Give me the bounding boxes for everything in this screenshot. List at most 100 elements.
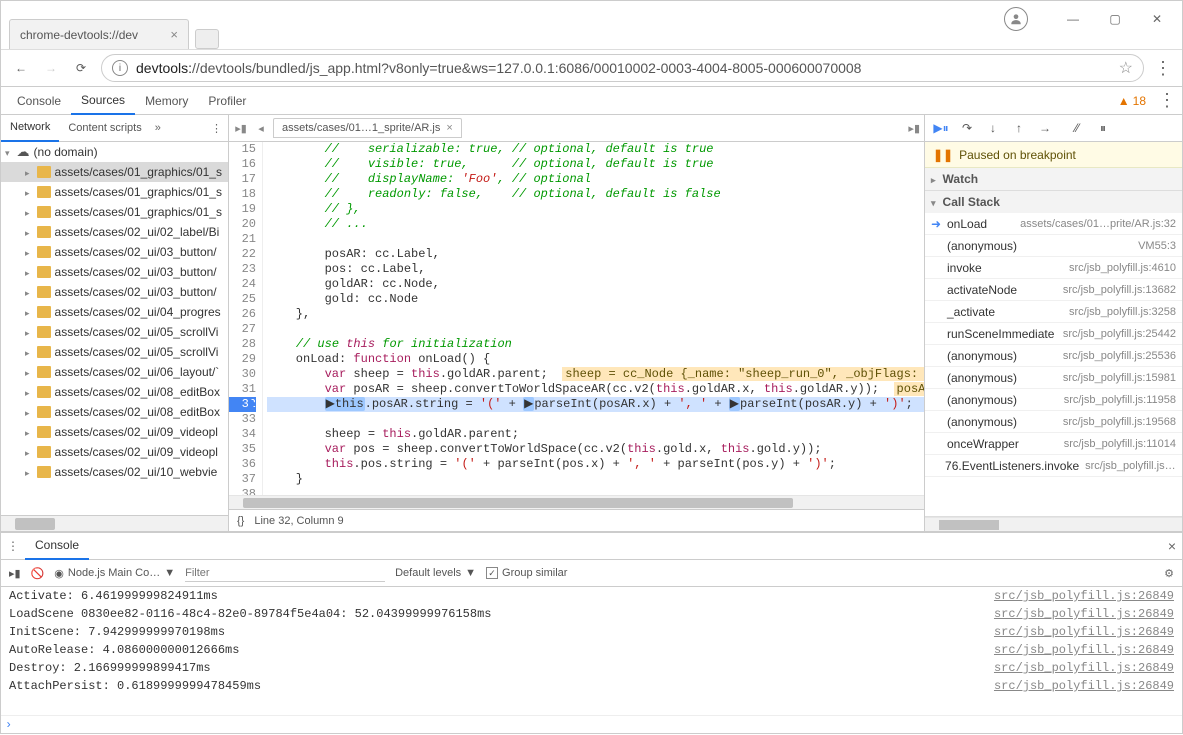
tree-folder[interactable]: assets/cases/02_ui/02_label/Bi bbox=[1, 222, 228, 242]
close-icon[interactable]: × bbox=[170, 27, 178, 42]
sidebar-more-icon[interactable]: » bbox=[155, 122, 161, 134]
forward-button[interactable]: → bbox=[41, 58, 61, 78]
stack-frame[interactable]: (anonymous)src/jsb_polyfill.js:11958 bbox=[925, 389, 1182, 411]
stack-frame[interactable]: (anonymous)src/jsb_polyfill.js:25536 bbox=[925, 345, 1182, 367]
disclosure-triangle-icon[interactable] bbox=[25, 445, 33, 459]
site-info-icon[interactable]: i bbox=[112, 60, 128, 76]
sidebar-tab-content-scripts[interactable]: Content scripts bbox=[59, 115, 150, 142]
tree-folder[interactable]: assets/cases/02_ui/08_editBox bbox=[1, 382, 228, 402]
toggle-sidebar-icon[interactable]: ▸▮ bbox=[9, 567, 21, 580]
devtools-menu-icon[interactable]: ⋮ bbox=[1158, 90, 1176, 111]
tab-sources[interactable]: Sources bbox=[71, 87, 135, 115]
disclosure-triangle-icon[interactable] bbox=[25, 345, 33, 359]
log-levels-selector[interactable]: Default levels ▼ bbox=[395, 567, 476, 579]
sidebar-menu-icon[interactable]: ⋮ bbox=[211, 122, 222, 135]
console-filter-input[interactable] bbox=[185, 565, 385, 582]
tab-memory[interactable]: Memory bbox=[135, 87, 198, 115]
disclosure-triangle-icon[interactable] bbox=[25, 465, 33, 479]
stack-frame[interactable]: runSceneImmediatesrc/jsb_polyfill.js:254… bbox=[925, 323, 1182, 345]
disclosure-triangle-icon[interactable] bbox=[25, 285, 33, 299]
close-window-button[interactable]: ✕ bbox=[1150, 12, 1164, 26]
close-drawer-icon[interactable]: × bbox=[1168, 538, 1176, 554]
tree-folder[interactable]: assets/cases/02_ui/03_button/ bbox=[1, 242, 228, 262]
pause-on-exceptions-icon[interactable]: ⏸ bbox=[1095, 120, 1111, 136]
code-area[interactable]: // serializable: true, // optional, defa… bbox=[263, 142, 924, 495]
message-source-link[interactable]: src/jsb_polyfill.js:26849 bbox=[994, 607, 1174, 621]
stack-frame[interactable]: (anonymous)src/jsb_polyfill.js:15981 bbox=[925, 367, 1182, 389]
warning-badge[interactable]: ▲ 18 bbox=[1118, 94, 1146, 108]
disclosure-triangle-icon[interactable] bbox=[25, 405, 33, 419]
tab-profiler[interactable]: Profiler bbox=[198, 87, 256, 115]
stack-frame[interactable]: 76.EventListeners.invokesrc/jsb_polyfill… bbox=[925, 455, 1182, 477]
minimize-button[interactable]: — bbox=[1066, 12, 1080, 26]
tab-console[interactable]: Console bbox=[7, 87, 71, 115]
debugger-hscroll[interactable] bbox=[925, 517, 1182, 531]
disclosure-triangle-icon[interactable] bbox=[25, 165, 33, 179]
step-icon[interactable]: → bbox=[1037, 120, 1053, 136]
tree-folder[interactable]: assets/cases/02_ui/08_editBox bbox=[1, 402, 228, 422]
disclosure-triangle-icon[interactable] bbox=[25, 305, 33, 319]
tree-domain[interactable]: ☁ (no domain) bbox=[1, 142, 228, 162]
step-out-icon[interactable]: ↑ bbox=[1011, 120, 1027, 136]
tree-folder[interactable]: assets/cases/01_graphics/01_s bbox=[1, 182, 228, 202]
new-tab-button[interactable] bbox=[195, 29, 219, 49]
message-source-link[interactable]: src/jsb_polyfill.js:26849 bbox=[994, 679, 1174, 693]
context-selector[interactable]: ◉ Node.js Main Co… ▼ bbox=[54, 567, 175, 580]
toggle-navigator-icon[interactable]: ▸▮ bbox=[233, 122, 249, 135]
console-settings-icon[interactable]: ⚙ bbox=[1164, 567, 1174, 580]
sidebar-tab-network[interactable]: Network bbox=[1, 115, 59, 142]
tree-folder[interactable]: assets/cases/01_graphics/01_s bbox=[1, 162, 228, 182]
tree-folder[interactable]: assets/cases/02_ui/09_videopl bbox=[1, 422, 228, 442]
disclosure-triangle-icon[interactable] bbox=[25, 385, 33, 399]
disclosure-triangle-icon[interactable] bbox=[5, 145, 13, 159]
stack-frame[interactable]: onceWrappersrc/jsb_polyfill.js:11014 bbox=[925, 433, 1182, 455]
step-over-icon[interactable]: ↷ bbox=[959, 120, 975, 136]
disclosure-triangle-icon[interactable] bbox=[25, 245, 33, 259]
disclosure-triangle-icon[interactable] bbox=[25, 425, 33, 439]
tree-folder[interactable]: assets/cases/02_ui/05_scrollVi bbox=[1, 322, 228, 342]
callstack-section[interactable]: Call Stack bbox=[925, 191, 1182, 213]
disclosure-triangle-icon[interactable] bbox=[25, 365, 33, 379]
tree-folder[interactable]: assets/cases/02_ui/09_videopl bbox=[1, 442, 228, 462]
stack-frame[interactable]: (anonymous)src/jsb_polyfill.js:19568 bbox=[925, 411, 1182, 433]
tree-folder[interactable]: assets/cases/02_ui/03_button/ bbox=[1, 282, 228, 302]
disclosure-triangle-icon[interactable] bbox=[25, 225, 33, 239]
prev-icon[interactable]: ◂ bbox=[253, 122, 269, 135]
drawer-menu-icon[interactable]: ⋮ bbox=[7, 539, 19, 553]
braces-icon[interactable]: {} bbox=[237, 515, 244, 527]
tree-folder[interactable]: assets/cases/02_ui/05_scrollVi bbox=[1, 342, 228, 362]
bookmark-star-icon[interactable]: ☆ bbox=[1119, 58, 1133, 78]
tree-folder[interactable]: assets/cases/02_ui/04_progres bbox=[1, 302, 228, 322]
message-source-link[interactable]: src/jsb_polyfill.js:26849 bbox=[994, 661, 1174, 675]
profile-icon[interactable] bbox=[1004, 7, 1028, 31]
stack-frame[interactable]: _activatesrc/jsb_polyfill.js:3258 bbox=[925, 301, 1182, 323]
stack-frame[interactable]: activateNodesrc/jsb_polyfill.js:13682 bbox=[925, 279, 1182, 301]
step-into-icon[interactable]: ↓ bbox=[985, 120, 1001, 136]
maximize-button[interactable]: ▢ bbox=[1108, 12, 1122, 26]
tree-folder[interactable]: assets/cases/02_ui/10_webvie bbox=[1, 462, 228, 482]
editor-tab[interactable]: assets/cases/01…1_sprite/AR.js × bbox=[273, 118, 462, 138]
back-button[interactable]: ← bbox=[11, 58, 31, 78]
disclosure-triangle-icon[interactable] bbox=[25, 265, 33, 279]
disclosure-triangle-icon[interactable] bbox=[25, 205, 33, 219]
stack-frame[interactable]: ➜onLoadassets/cases/01…prite/AR.js:32 bbox=[925, 213, 1182, 235]
console-prompt[interactable]: › bbox=[1, 715, 1182, 735]
stack-frame[interactable]: (anonymous)VM55:3 bbox=[925, 235, 1182, 257]
url-input[interactable]: i devtools://devtools/bundled/js_app.htm… bbox=[101, 54, 1144, 82]
disclosure-triangle-icon[interactable] bbox=[25, 325, 33, 339]
group-similar-checkbox[interactable]: ✓ Group similar bbox=[486, 567, 567, 579]
browser-menu-icon[interactable]: ⋮ bbox=[1154, 58, 1172, 79]
disclosure-triangle-icon[interactable] bbox=[25, 185, 33, 199]
reload-button[interactable]: ⟳ bbox=[71, 58, 91, 78]
file-tree[interactable]: ☁ (no domain) assets/cases/01_graphics/0… bbox=[1, 142, 228, 515]
message-source-link[interactable]: src/jsb_polyfill.js:26849 bbox=[994, 589, 1174, 603]
watch-section[interactable]: Watch bbox=[925, 168, 1182, 190]
tree-folder[interactable]: assets/cases/02_ui/06_layout/` bbox=[1, 362, 228, 382]
message-source-link[interactable]: src/jsb_polyfill.js:26849 bbox=[994, 643, 1174, 657]
console-output[interactable]: Activate: 6.461999999824911mssrc/jsb_pol… bbox=[1, 587, 1182, 715]
sidebar-hscroll[interactable] bbox=[1, 515, 228, 531]
line-gutter[interactable]: 1516171819202122232425262728293031323334… bbox=[229, 142, 263, 495]
close-icon[interactable]: × bbox=[446, 122, 452, 134]
tree-folder[interactable]: assets/cases/02_ui/03_button/ bbox=[1, 262, 228, 282]
browser-tab[interactable]: chrome-devtools://dev × bbox=[9, 19, 189, 49]
